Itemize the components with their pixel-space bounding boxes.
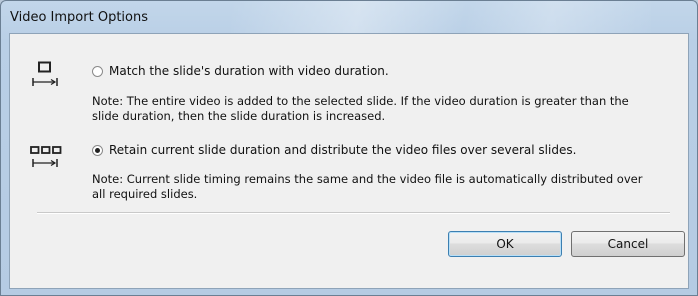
ok-button[interactable]: OK bbox=[448, 231, 562, 257]
note-line: Note: Current slide timing remains the s… bbox=[92, 172, 643, 186]
match-duration-radio[interactable] bbox=[92, 66, 103, 77]
dialog-content: Match the slide's duration with video du… bbox=[9, 33, 689, 289]
cancel-button[interactable]: Cancel bbox=[571, 231, 685, 257]
match-duration-label[interactable]: Match the slide's duration with video du… bbox=[109, 64, 389, 78]
retain-duration-note: Note: Current slide timing remains the s… bbox=[92, 172, 642, 202]
multiple-slides-duration-icon bbox=[30, 145, 64, 177]
retain-duration-radio[interactable] bbox=[92, 145, 103, 156]
video-import-options-dialog: Video Import Options Match the slide's d… bbox=[0, 0, 698, 296]
retain-duration-label[interactable]: Retain current slide duration and distri… bbox=[109, 143, 576, 157]
radio-selected-dot bbox=[95, 148, 100, 153]
note-line: Note: The entire video is added to the s… bbox=[92, 94, 629, 108]
separator bbox=[37, 212, 670, 214]
note-line: all required slides. bbox=[92, 187, 198, 201]
title-bar[interactable]: Video Import Options bbox=[1, 1, 697, 33]
dialog-title: Video Import Options bbox=[10, 10, 148, 25]
single-slide-duration-icon bbox=[32, 61, 58, 95]
note-line: slide duration, then the slide duration … bbox=[92, 109, 386, 123]
match-duration-note: Note: The entire video is added to the s… bbox=[92, 94, 629, 124]
